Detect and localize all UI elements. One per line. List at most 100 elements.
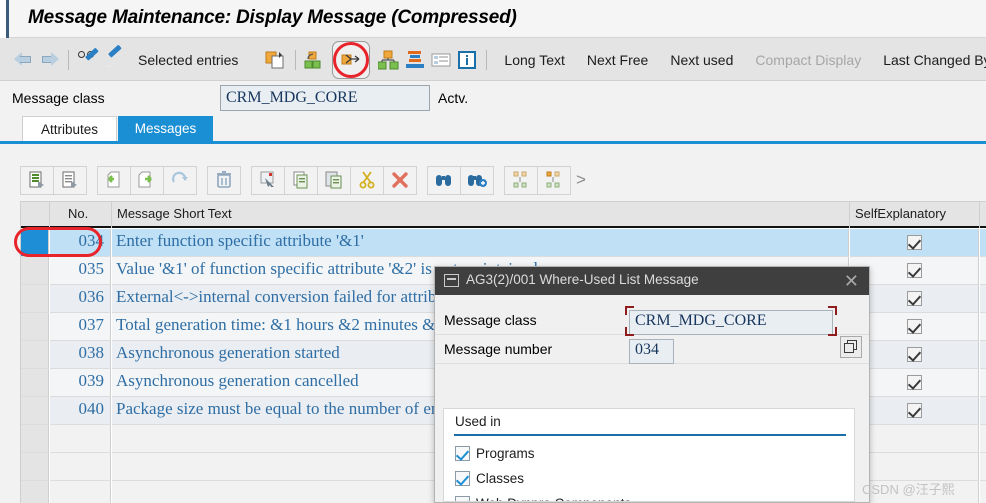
- next-used-button[interactable]: Next used: [659, 52, 744, 68]
- previous-entry-icon[interactable]: [97, 165, 131, 195]
- checkbox-web-dynpro-components[interactable]: [455, 495, 470, 501]
- paste-icon[interactable]: [317, 165, 351, 195]
- cell-overflow[interactable]: [980, 453, 986, 481]
- row-select-box[interactable]: [21, 369, 49, 397]
- checkbox-classes[interactable]: [455, 470, 470, 486]
- copy-icon[interactable]: [284, 165, 318, 195]
- cell-overflow[interactable]: [980, 313, 986, 341]
- toolbar-separator-1: [68, 49, 69, 70]
- used-in-divider: [454, 434, 846, 436]
- cell-overflow[interactable]: [980, 369, 986, 397]
- cell-overflow[interactable]: [980, 257, 986, 285]
- find-next-icon[interactable]: [460, 165, 494, 195]
- where-used-list-icon[interactable]: [332, 40, 371, 79]
- cell-overflow[interactable]: [980, 397, 986, 425]
- dialog-message-number-input[interactable]: 034: [629, 339, 674, 364]
- dialog-message-class-input[interactable]: CRM_MDG_CORE: [629, 310, 833, 335]
- dialog-title-bar: AG3(2)/001 Where-Used List Message ✕: [435, 267, 869, 295]
- other-object-icon[interactable]: [263, 47, 289, 73]
- cell-message-number[interactable]: [50, 481, 111, 503]
- row-select-box[interactable]: [21, 425, 49, 453]
- sort-descending-icon[interactable]: [537, 165, 571, 195]
- window-title-bar: Message Maintenance: Display Message (Co…: [0, 0, 986, 38]
- used-in-option-label: Classes: [476, 470, 525, 486]
- find-icon[interactable]: [427, 165, 461, 195]
- cell-overflow[interactable]: [980, 481, 986, 503]
- cell-message-number[interactable]: 038: [50, 341, 111, 369]
- check-icon: [906, 319, 922, 334]
- last-changed-by-button[interactable]: Last Changed By: [872, 52, 986, 68]
- cell-message-short-text[interactable]: Enter function specific attribute '&1': [112, 229, 849, 257]
- row-select-box[interactable]: [21, 313, 49, 341]
- selected-entries-label[interactable]: Selected entries: [127, 52, 249, 68]
- used-in-label: Used in: [455, 414, 501, 429]
- check-icon: [906, 263, 922, 278]
- table-display-icon[interactable]: [428, 47, 454, 73]
- used-in-option-web-dynpro-components[interactable]: Web Dynpro Components: [455, 491, 631, 502]
- cell-message-number[interactable]: [50, 425, 111, 453]
- check-icon: [906, 347, 922, 362]
- cell-self-explanatory[interactable]: [850, 229, 979, 257]
- row-select-box[interactable]: [21, 285, 49, 313]
- cut-icon[interactable]: [350, 165, 384, 195]
- row-select-box[interactable]: [21, 341, 49, 369]
- select-icon[interactable]: [251, 165, 285, 195]
- cell-overflow[interactable]: [980, 229, 986, 257]
- long-text-button[interactable]: Long Text: [493, 52, 575, 68]
- information-icon[interactable]: [454, 47, 480, 73]
- delete-row-icon[interactable]: [207, 165, 241, 195]
- close-icon[interactable]: ✕: [844, 270, 859, 292]
- forward-arrow-icon[interactable]: [36, 47, 62, 73]
- change-pencil-icon[interactable]: [101, 44, 127, 73]
- cell-message-number[interactable]: 036: [50, 285, 111, 313]
- used-in-option-programs[interactable]: Programs: [455, 441, 535, 465]
- more-options-button[interactable]: >: [570, 166, 592, 195]
- cell-overflow[interactable]: [980, 425, 986, 453]
- table-row[interactable]: 034 Enter function specific attribute '&1…: [21, 229, 986, 257]
- checkbox-programs[interactable]: [455, 445, 470, 461]
- cell-overflow[interactable]: [980, 341, 986, 369]
- column-header-self-explanatory[interactable]: SelfExplanatory: [855, 206, 946, 221]
- display-entry-icon[interactable]: [53, 165, 87, 195]
- dialog-title: AG3(2)/001 Where-Used List Message: [466, 272, 699, 287]
- message-class-input[interactable]: CRM_MDG_CORE: [220, 85, 430, 111]
- next-entry-icon[interactable]: [130, 165, 164, 195]
- where-used-previous-icon[interactable]: [302, 47, 328, 73]
- object-hierarchy-icon[interactable]: [376, 47, 402, 73]
- cell-message-number[interactable]: 039: [50, 369, 111, 397]
- column-header-message-short-text[interactable]: Message Short Text: [117, 206, 232, 221]
- row-select-box[interactable]: [21, 481, 49, 503]
- row-select-box[interactable]: [21, 397, 49, 425]
- used-in-option-label: Web Dynpro Components: [476, 496, 631, 502]
- next-free-button[interactable]: Next Free: [576, 52, 659, 68]
- grid-header-row: No. Message Short Text SelfExplanatory: [21, 202, 986, 228]
- row-select-box[interactable]: [21, 453, 49, 481]
- display-details-icon[interactable]: [20, 165, 54, 195]
- check-icon: [906, 375, 922, 390]
- dialog-window-icon: [444, 274, 459, 287]
- row-select-box[interactable]: [21, 229, 49, 257]
- stack-icon[interactable]: [402, 47, 428, 73]
- table-toolbar: >: [20, 165, 591, 195]
- tab-messages[interactable]: Messages: [118, 116, 213, 141]
- cell-message-number[interactable]: 035: [50, 257, 111, 285]
- toolbar-separator-2: [295, 49, 297, 70]
- cell-message-number[interactable]: 034: [50, 229, 111, 257]
- cell-message-number[interactable]: [50, 453, 111, 481]
- check-icon: [906, 403, 922, 418]
- row-select-box[interactable]: [21, 257, 49, 285]
- back-arrow-icon[interactable]: [10, 47, 36, 73]
- used-in-option-classes[interactable]: Classes: [455, 466, 524, 490]
- column-header-no[interactable]: No.: [68, 206, 88, 221]
- delete-icon[interactable]: [383, 165, 417, 195]
- page-title: Message Maintenance: Display Message (Co…: [28, 7, 517, 28]
- cell-message-number[interactable]: 037: [50, 313, 111, 341]
- tab-attributes[interactable]: Attributes: [22, 116, 117, 141]
- cell-overflow[interactable]: [980, 285, 986, 313]
- main-toolbar: Selected entries Long Text Next Free Nex…: [0, 38, 986, 81]
- refresh-icon[interactable]: [163, 165, 197, 195]
- dialog-message-class-label: Message class: [444, 312, 537, 328]
- sort-ascending-icon[interactable]: [504, 165, 538, 195]
- display-change-icon[interactable]: [75, 47, 101, 73]
- cell-message-number[interactable]: 040: [50, 397, 111, 425]
